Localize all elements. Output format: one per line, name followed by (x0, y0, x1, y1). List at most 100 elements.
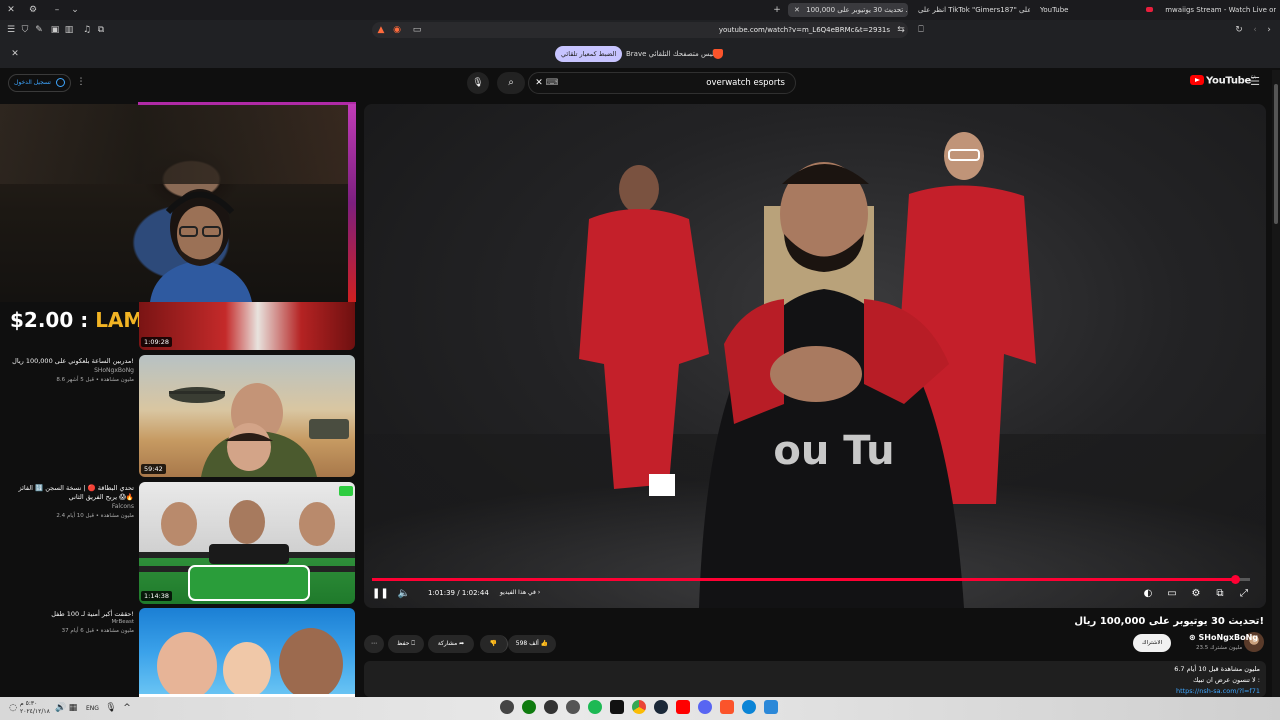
wallet-icon[interactable]: ▣ (48, 23, 62, 37)
subtitles-icon[interactable]: ▭ (1164, 586, 1180, 602)
related-thumbnail[interactable]: 1:14:38 (139, 482, 355, 604)
explorer-icon[interactable] (764, 700, 778, 714)
keyboard-icon[interactable]: ⌨ (545, 76, 559, 90)
chrome-icon[interactable] (632, 700, 646, 714)
fullscreen-icon[interactable]: ⤢ (1236, 586, 1252, 602)
tab-close-icon[interactable]: ✕ (794, 6, 800, 14)
scrollbar-thumb[interactable] (1274, 84, 1278, 224)
related-thumbnail[interactable] (139, 608, 355, 697)
related-title[interactable]: تحدي البطاقة 🔴 | نسخة السجن 🔢 الفائز يرب… (6, 484, 134, 502)
related-thumbnail[interactable]: 59:42 (139, 355, 355, 477)
related-thumbnail[interactable]: 1:09:28 (139, 302, 355, 350)
settings-gear-icon[interactable]: ⚙ (1188, 586, 1204, 602)
brave-settings-icon[interactable]: ⚙ (26, 3, 40, 17)
tab-kick-stream[interactable]: mwaiigs Stream - Watch Live on Kick (1140, 3, 1276, 17)
show-hidden-icons-chevron[interactable]: ^ (120, 701, 134, 715)
search-icon: ⌕ (508, 77, 514, 88)
address-bar[interactable]: ▲ ◉ ▭ youtube.com/watch?v=m_L6Q4eBRMc&t=… (372, 22, 908, 38)
video-player[interactable]: ou Tu ❚❚ 🔈 1:01:39 / 1:02:44 في هذا الفي… (364, 104, 1266, 608)
youtube-header: تسجيل الدخول ⋮ 🎙 ⌕ ✕ ⌨ overwatch esports… (0, 68, 1280, 98)
volume-icon[interactable]: 🔈 (396, 586, 412, 602)
reload-icon[interactable]: ↻ (1232, 23, 1246, 37)
chapter-button[interactable]: في هذا الفيديو › (500, 589, 540, 596)
shield-icon[interactable]: ⛉ (18, 23, 32, 37)
menu-icon[interactable]: ☰ (4, 23, 18, 37)
description-box[interactable]: 6.7 مليون مشاهدة قبل 10 أيام لا تنسون عر… (364, 661, 1266, 697)
brave-rewards-icon[interactable]: ▲ (374, 23, 388, 37)
picture-in-picture-icon[interactable]: ⧉ (94, 23, 108, 37)
notifications-icon[interactable]: ◌ (6, 701, 20, 715)
like-button[interactable]: 598 ألف 👍 (508, 635, 556, 653)
tab-tiktok[interactable]: انظر على TikTok "Gimers187" على |... (912, 3, 1030, 17)
duration-badge: 1:09:28 (141, 337, 173, 347)
miniplayer-icon[interactable]: ⧉ (1212, 586, 1228, 602)
game-bar-icon[interactable] (544, 700, 558, 714)
capture-icon[interactable] (566, 700, 580, 714)
language-indicator[interactable]: ENG (86, 697, 99, 720)
youtube-app-icon[interactable] (676, 700, 690, 714)
pause-icon[interactable]: ❚❚ (372, 586, 389, 602)
more-actions-button[interactable]: ⋯ (364, 635, 384, 653)
progress-bar[interactable] (372, 575, 1250, 584)
site-info-icon[interactable]: ⇆ (894, 23, 908, 37)
bookmark-icon[interactable]: ⎕ (914, 23, 928, 37)
set-default-button[interactable]: الضبط كمعيار تلقائي (555, 46, 623, 62)
network-icon[interactable]: ▦ (66, 701, 80, 715)
page-scrollbar[interactable] (1272, 70, 1280, 697)
discord-icon[interactable] (698, 700, 712, 714)
related-video-0[interactable]: 1:09:28 (0, 302, 360, 352)
related-channel[interactable]: SHoNgxBoNg (6, 367, 134, 374)
thumbs-up-icon: 👍 (540, 640, 549, 647)
obs-icon[interactable] (500, 700, 514, 714)
guide-menu-icon[interactable]: ☰ (1248, 75, 1262, 89)
search-button[interactable]: ⌕ (497, 72, 525, 94)
microphone-tray-icon[interactable]: 🎙 (104, 701, 118, 715)
sign-in-button[interactable]: تسجيل الدخول (8, 74, 71, 92)
search-input[interactable]: ✕ ⌨ overwatch esports (528, 72, 796, 94)
sidebar-icon[interactable]: ▥ (62, 23, 76, 37)
brave-icon[interactable] (720, 700, 734, 714)
description-link[interactable]: https://nsh-sa.com/?l=f71 (1176, 687, 1260, 695)
channel-name[interactable]: ⊛ SHoNgxBoNg (1189, 633, 1258, 642)
subscribe-button[interactable]: الاشتراك (1133, 634, 1172, 652)
new-tab-icon[interactable]: + (770, 3, 784, 17)
steam-icon[interactable] (654, 700, 668, 714)
related-video-1[interactable]: 59:42 مدربين الساعة بلعكوني على 100,000 … (0, 355, 360, 479)
brave-shields-icon[interactable]: ◉ (390, 23, 404, 37)
spotify-icon[interactable] (588, 700, 602, 714)
music-icon[interactable]: ♫ (80, 23, 94, 37)
tab-active-video[interactable]: ✕ تحديث 30 يوتيوبر على 100,000 ... (788, 3, 908, 17)
browser-tab-bar: ✕ ⚙ – ⌄ + ✕ تحديث 30 يوتيوبر على 100,000… (0, 0, 1280, 20)
progress-scrubber[interactable] (1231, 575, 1241, 584)
cast-icon[interactable]: ▭ (410, 23, 424, 37)
close-infobar-icon[interactable]: ✕ (8, 47, 22, 61)
share-button[interactable]: مشاركة ➦ (428, 635, 474, 653)
related-video-2[interactable]: 1:14:38 تحدي البطاقة 🔴 | نسخة السجن 🔢 ال… (0, 482, 360, 606)
related-channel[interactable]: MrBeast (6, 619, 134, 625)
tab-youtube[interactable]: YouTube (1034, 3, 1124, 17)
related-channel[interactable]: Falcons (6, 503, 134, 510)
forward-icon[interactable]: ‹ (1248, 23, 1262, 37)
autoplay-toggle-icon[interactable]: ◐ (1140, 586, 1156, 602)
clear-search-icon[interactable]: ✕ (532, 76, 546, 90)
close-window-icon[interactable]: ✕ (4, 3, 18, 17)
back-icon[interactable]: › (1262, 23, 1276, 37)
chapter-label: في هذا الفيديو (500, 589, 536, 596)
dislike-button[interactable]: 👎 (480, 635, 508, 653)
thumbnail-art (139, 628, 355, 697)
related-video-3[interactable]: حققت أكبر أمنية لـ 100 طفل! MrBeast 37 م… (0, 608, 360, 697)
edge-icon[interactable] (742, 700, 756, 714)
voice-search-button[interactable]: 🎙 (467, 72, 489, 94)
minimize-icon[interactable]: – (50, 3, 64, 17)
more-options-icon[interactable]: ⋮ (74, 75, 88, 89)
video-frame: ou Tu (364, 132, 1266, 608)
clock[interactable]: ٥:٣٠ م ٢٠٢٤/١٢/١٨ (20, 700, 50, 716)
youtube-logo[interactable]: YouTubeSA (1190, 75, 1256, 91)
related-title[interactable]: مدربين الساعة بلعكوني على 100,000 ريال! (6, 357, 134, 366)
puzzle-icon[interactable]: ✎ (32, 23, 46, 37)
epic-games-icon[interactable] (610, 700, 624, 714)
related-title[interactable]: حققت أكبر أمنية لـ 100 طفل! (6, 610, 134, 619)
xbox-icon[interactable] (522, 700, 536, 714)
tab-list-chevron-icon[interactable]: ⌄ (68, 3, 82, 17)
save-button[interactable]: حفظ ⎕ (388, 635, 424, 653)
